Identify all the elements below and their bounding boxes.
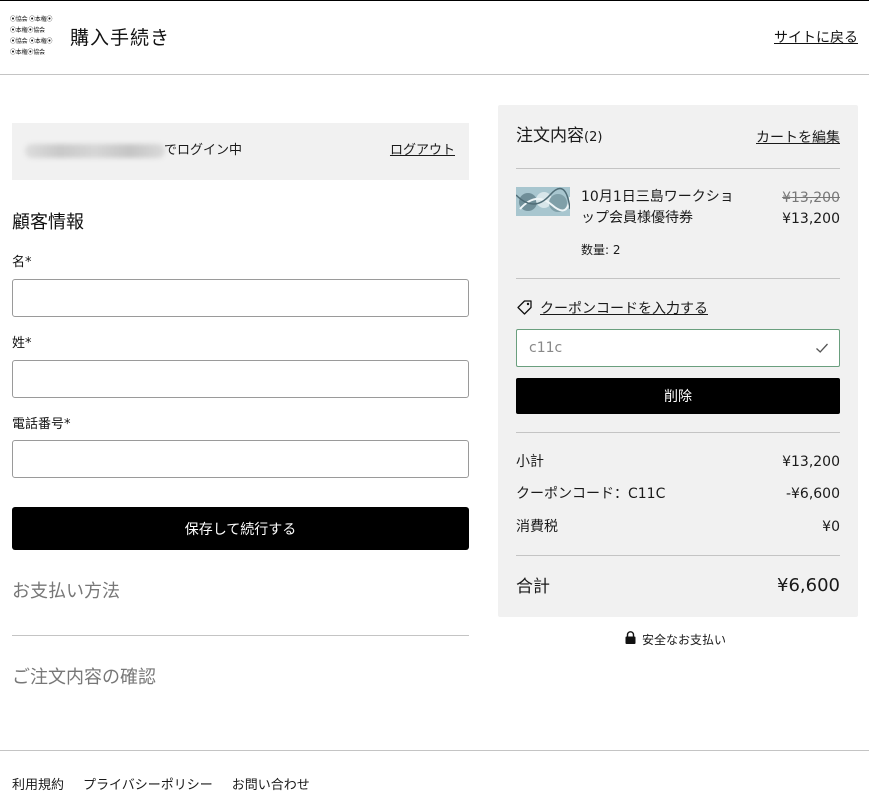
product-name: 10月1日三島ワークショップ会員様優待券 <box>581 189 734 226</box>
lock-icon <box>625 631 636 648</box>
product-original-price: ¥13,200 <box>782 190 840 206</box>
product-thumbnail <box>516 187 570 216</box>
payment-method-title[interactable]: お支払い方法 <box>12 580 120 604</box>
edit-cart-link[interactable]: カートを編集 <box>756 129 840 147</box>
section-divider <box>12 635 469 636</box>
last-name-label: 姓* <box>12 336 32 351</box>
coupon-discount-value: -¥6,600 <box>785 486 840 502</box>
product-price: ¥13,200 <box>782 211 840 227</box>
check-icon <box>815 341 829 359</box>
logo-text-line: ⦿本権⦿協会 <box>10 49 45 56</box>
secure-payment-text: 安全なお支払い <box>642 632 727 647</box>
coupon-label: クーポンコード：C11C <box>516 486 666 502</box>
coupon-link[interactable]: クーポンコードを入力する <box>540 300 708 318</box>
logout-link[interactable]: ログアウト <box>390 143 455 159</box>
tax-value: ¥0 <box>822 519 840 535</box>
coupon-toggle[interactable]: クーポンコードを入力する <box>516 298 708 320</box>
summary-divider <box>516 432 840 433</box>
subtotal-label: 小計 <box>516 454 544 470</box>
coupon-code-input[interactable] <box>517 330 807 366</box>
order-review-title[interactable]: ご注文内容の確認 <box>12 666 156 690</box>
footer: 利用規約 プライバシーポリシー お問い合わせ <box>0 750 869 808</box>
logo-text-line: ⦿協会 ⦿本権⦿ <box>10 38 53 45</box>
customer-info-title: 顧客情報 <box>12 212 84 233</box>
order-summary-title-text: 注文内容 <box>516 126 584 146</box>
footer-link-terms[interactable]: 利用規約 <box>12 778 64 794</box>
blurred-email <box>25 144 165 158</box>
product-quantity: 数量: 2 <box>581 243 621 257</box>
back-to-site-link[interactable]: サイトに戻る <box>774 29 858 47</box>
phone-label: 電話番号* <box>12 417 71 432</box>
page-title: 購入手続き <box>70 27 171 49</box>
login-status-box: でログイン中 ログアウト <box>12 123 469 180</box>
tag-icon <box>516 298 534 320</box>
footer-links: 利用規約 プライバシーポリシー お問い合わせ <box>12 778 310 794</box>
login-status-text: でログイン中 <box>164 143 243 158</box>
footer-link-privacy[interactable]: プライバシーポリシー <box>83 778 213 794</box>
summary-divider <box>516 555 840 556</box>
remove-coupon-button[interactable]: 削除 <box>516 378 840 414</box>
footer-link-contact[interactable]: お問い合わせ <box>232 778 310 794</box>
save-continue-button[interactable]: 保存して続行する <box>12 507 469 550</box>
item-count: (2) <box>584 130 603 145</box>
checkout-header: ⦿協会 ⦿本権⦿ ⦿本権⦿協会 ⦿協会 ⦿本権⦿ ⦿本権⦿協会 購入手続き サイ… <box>0 0 869 75</box>
order-summary-panel: 注文内容(2) カートを編集 10月1日三島ワークショップ会員様優待券 ¥13,… <box>498 105 858 617</box>
first-name-label: 名* <box>12 255 32 270</box>
site-logo[interactable]: ⦿協会 ⦿本権⦿ ⦿本権⦿協会 ⦿協会 ⦿本権⦿ ⦿本権⦿協会 <box>10 16 64 60</box>
total-label: 合計 <box>516 577 550 597</box>
coupon-input-wrapper <box>516 329 840 367</box>
summary-divider <box>516 278 840 279</box>
order-summary-title: 注文内容(2) <box>516 125 602 149</box>
first-name-field[interactable] <box>12 279 469 317</box>
logo-text-line: ⦿本権⦿協会 <box>10 27 45 34</box>
logo-text-line: ⦿協会 ⦿本権⦿ <box>10 16 53 23</box>
last-name-field[interactable] <box>12 360 469 398</box>
total-value: ¥6,600 <box>777 575 840 596</box>
tax-label: 消費税 <box>516 519 558 535</box>
phone-field[interactable] <box>12 440 469 478</box>
subtotal-value: ¥13,200 <box>782 454 840 470</box>
summary-divider <box>516 168 840 169</box>
secure-payment-note: 安全なお支払い <box>625 631 726 648</box>
